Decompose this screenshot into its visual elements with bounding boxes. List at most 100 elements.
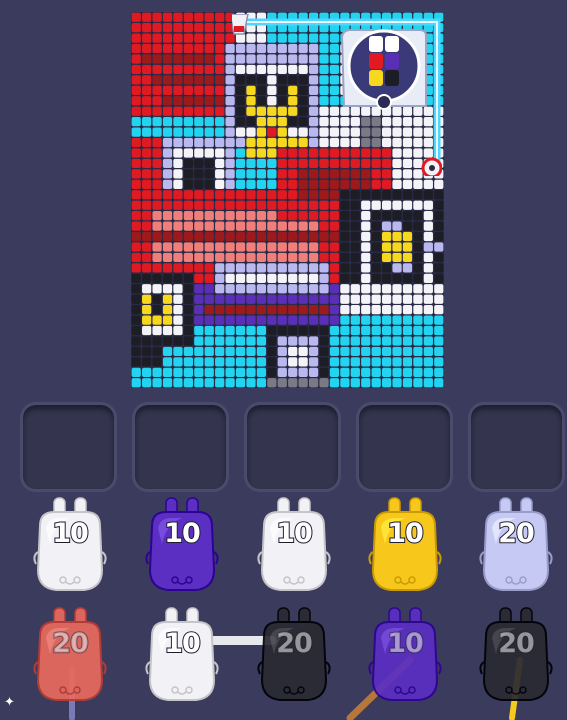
- pixel-cell: [340, 263, 350, 273]
- pixel-cell: [413, 43, 423, 54]
- pixel-cell: [434, 315, 444, 325]
- pixel-cell: [183, 137, 193, 148]
- bunny-shooter[interactable]: 20: [476, 606, 556, 704]
- pixel-cell: [246, 231, 256, 242]
- bunny-shooter[interactable]: 10: [30, 496, 110, 594]
- pixel-cell: [350, 75, 360, 85]
- pixel-cell: [225, 294, 235, 304]
- pixel-cell: [235, 117, 246, 127]
- pixel-cell: [183, 96, 193, 106]
- pixel-cell: [413, 367, 423, 377]
- pixel-cell: [371, 231, 381, 242]
- pixel-cell: [382, 252, 392, 263]
- pixel-cell: [194, 242, 204, 252]
- pixel-cell: [267, 200, 277, 210]
- bunny-shooter[interactable]: 10: [142, 606, 222, 704]
- pixel-cell: [434, 273, 444, 283]
- bunny-shooter[interactable]: 20: [254, 606, 334, 704]
- pixel-cell: [215, 200, 225, 210]
- pixel-cell: [256, 23, 267, 33]
- pixel-cell: [371, 336, 381, 346]
- pixel-cell: [267, 106, 277, 116]
- pixel-cell: [152, 367, 162, 377]
- pixel-cell: [382, 273, 392, 283]
- pixel-cell: [423, 23, 433, 33]
- pixel-cell: [246, 294, 256, 304]
- holding-slot[interactable]: [244, 402, 341, 492]
- pixel-cell: [308, 33, 319, 43]
- holding-slot[interactable]: [20, 402, 117, 492]
- pixel-cell: [235, 64, 246, 75]
- pixel-cell: [298, 200, 308, 210]
- pixel-cell: [402, 23, 413, 33]
- bunny-shooter[interactable]: 10: [254, 496, 334, 594]
- bunny-shooter[interactable]: 20: [30, 606, 110, 704]
- holding-slot[interactable]: [468, 402, 565, 492]
- pixel-cell: [173, 106, 183, 116]
- pixel-cell: [423, 242, 433, 252]
- pixel-cell: [131, 367, 141, 377]
- pixel-cell: [402, 179, 413, 189]
- pixel-cell: [131, 117, 141, 127]
- pixel-cell: [329, 137, 340, 148]
- pixel-cell: [267, 325, 277, 336]
- pixel-cell: [173, 231, 183, 242]
- holding-slot[interactable]: [132, 402, 229, 492]
- pixel-cell: [215, 137, 225, 148]
- pixel-cell: [340, 64, 350, 75]
- pixel-cell: [173, 137, 183, 148]
- pixel-cell: [382, 263, 392, 273]
- pixel-cell: [382, 211, 392, 221]
- pixel-cell: [413, 96, 423, 106]
- pixel-cell: [246, 179, 256, 189]
- pixel-cell: [308, 75, 319, 85]
- pixel-art-board[interactable]: [131, 12, 444, 388]
- pixel-cell: [350, 221, 360, 231]
- pixel-cell: [308, 315, 319, 325]
- bunny-shooter[interactable]: 10: [365, 606, 445, 704]
- pixel-cell: [340, 148, 350, 158]
- pixel-cell: [235, 169, 246, 179]
- ammo-count: 10: [275, 517, 314, 550]
- pixel-cell: [152, 96, 162, 106]
- pixel-cell: [267, 43, 277, 54]
- pixel-cell: [350, 367, 360, 377]
- pixel-cell: [246, 23, 256, 33]
- pixel-cell: [423, 273, 433, 283]
- pixel-cell: [152, 378, 162, 388]
- pixel-cell: [277, 127, 287, 137]
- pixel-cell: [423, 127, 433, 137]
- pixel-cell: [382, 169, 392, 179]
- pixel-cell: [131, 242, 141, 252]
- pixel-cell: [382, 305, 392, 315]
- pixel-cell: [215, 263, 225, 273]
- pixel-cell: [413, 148, 423, 158]
- pixel-cell: [382, 284, 392, 294]
- pixel-cell: [402, 117, 413, 127]
- pixel-cell: [413, 12, 423, 22]
- pixel-cell: [288, 96, 298, 106]
- pixel-cell: [204, 23, 214, 33]
- pixel-cell: [350, 315, 360, 325]
- pixel-cell: [382, 33, 392, 43]
- pixel-cell: [235, 148, 246, 158]
- holding-slot[interactable]: [356, 402, 453, 492]
- pixel-cell: [329, 54, 340, 64]
- pixel-cell: [246, 137, 256, 148]
- bunny-shooter[interactable]: 20: [476, 496, 556, 594]
- pixel-cell: [173, 252, 183, 263]
- pixel-cell: [267, 169, 277, 179]
- pixel-cell: [204, 200, 214, 210]
- bunny-shooter[interactable]: 10: [365, 496, 445, 594]
- pixel-cell: [256, 54, 267, 64]
- pixel-cell: [194, 273, 204, 283]
- pixel-cell: [382, 85, 392, 95]
- bunny-shooter[interactable]: 10: [142, 496, 222, 594]
- pixel-cell: [162, 294, 173, 304]
- pixel-cell: [371, 64, 381, 75]
- pixel-cell: [277, 75, 287, 85]
- pixel-cell: [131, 325, 141, 336]
- pixel-cell: [288, 117, 298, 127]
- pixel-cell: [173, 85, 183, 95]
- pixel-cell: [246, 85, 256, 95]
